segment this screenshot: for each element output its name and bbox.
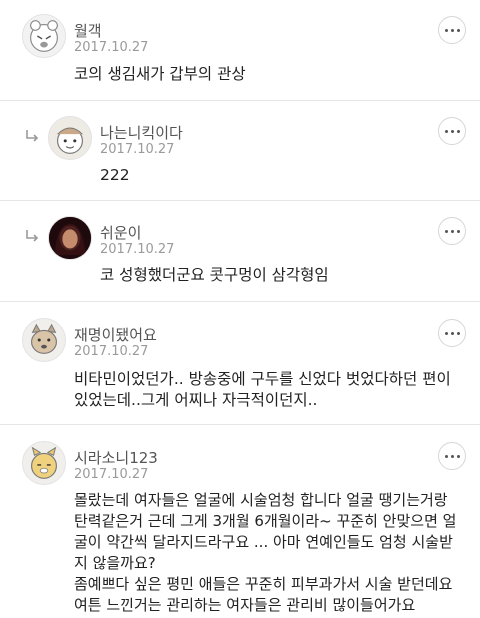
nickname[interactable]: 쉬운이 (100, 222, 141, 243)
avatar[interactable] (48, 216, 92, 260)
dot-icon (456, 28, 460, 32)
comment-item: 시라소니123 2017.10.27 몰랐는데 여자들은 얼굴에 시술엄청 합니… (0, 425, 480, 618)
dot-icon (456, 331, 460, 335)
comment-text: 코의 생김새가 갑부의 관상 (74, 65, 246, 83)
dot-icon (450, 229, 454, 233)
comment-date: 2017.10.27 (100, 242, 175, 257)
comment-text: 비타민이었던가.. 방송중에 구두를 신었다 벗었다하던 편이 있었는데..그게… (74, 370, 451, 409)
dot-icon (456, 129, 460, 133)
more-options-button[interactable] (438, 217, 466, 245)
dot-icon (444, 129, 448, 133)
more-options-button[interactable] (438, 16, 466, 44)
dot-icon (450, 28, 454, 32)
avatar[interactable] (22, 441, 66, 485)
reply-arrow-icon (26, 130, 39, 142)
nickname[interactable]: 시라소니123 (74, 447, 158, 468)
avatar-character-icon (23, 442, 65, 484)
dot-icon (450, 331, 454, 335)
avatar[interactable] (22, 318, 66, 362)
dot-icon (450, 129, 454, 133)
dot-icon (444, 229, 448, 233)
comment-text: 코 성형했더군요 콧구멍이 삼각형임 (100, 266, 329, 284)
reply-arrow-icon (26, 230, 39, 242)
comment-date: 2017.10.27 (100, 142, 175, 157)
comment-item: 나는니킥이다 2017.10.27 222 (0, 101, 480, 200)
comment-item: 월객 2017.10.27 코의 생김새가 갑부의 관상 (0, 0, 480, 100)
avatar-photo-icon (49, 217, 91, 259)
comment-item: 재명이됐어요 2017.10.27 비타민이었던가.. 방송중에 구두를 신었다… (0, 302, 480, 424)
comment-text: 222 (100, 166, 130, 184)
avatar[interactable] (48, 116, 92, 160)
avatar-character-icon (23, 319, 65, 361)
comment-date: 2017.10.27 (74, 467, 149, 482)
more-options-button[interactable] (438, 117, 466, 145)
avatar[interactable] (22, 14, 66, 58)
nickname[interactable]: 재명이됐어요 (74, 324, 157, 345)
dot-icon (444, 28, 448, 32)
nickname[interactable]: 월객 (74, 20, 102, 41)
more-options-button[interactable] (438, 442, 466, 470)
dot-icon (456, 454, 460, 458)
dot-icon (450, 454, 454, 458)
avatar-character-icon (23, 15, 65, 57)
dot-icon (444, 331, 448, 335)
comment-date: 2017.10.27 (74, 344, 149, 359)
dot-icon (456, 229, 460, 233)
comment-text: 몰랐는데 여자들은 얼굴에 시술엄청 합니다 얼굴 땡기는거랑 탄력같은거 근데… (74, 491, 457, 614)
comment-item: 쉬운이 2017.10.27 코 성형했더군요 콧구멍이 삼각형임 (0, 201, 480, 301)
comment-date: 2017.10.27 (74, 40, 149, 55)
nickname[interactable]: 나는니킥이다 (100, 122, 183, 143)
more-options-button[interactable] (438, 319, 466, 347)
avatar-character-icon (49, 117, 91, 159)
dot-icon (444, 454, 448, 458)
